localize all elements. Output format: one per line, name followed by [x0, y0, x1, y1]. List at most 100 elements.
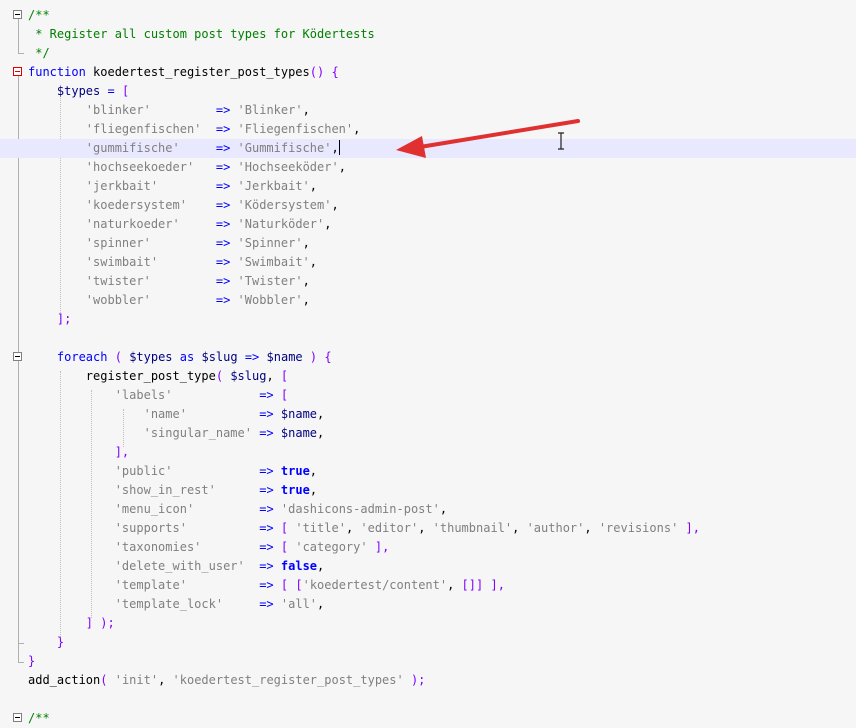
token-identifier	[238, 350, 245, 364]
token-string-literal: 'labels'	[114, 388, 173, 402]
code-line[interactable]: foreach ( $types as $slug => $name ) {	[0, 348, 856, 367]
token-identifier: ,	[302, 236, 310, 250]
code-line-text: 'swimbait' => 'Swimbait',	[28, 253, 317, 272]
token-identifier	[28, 160, 86, 174]
token-identifier: ,	[338, 160, 346, 174]
code-line[interactable]: /**	[0, 6, 856, 25]
code-line-text: 'delete_with_user' => false,	[28, 557, 325, 576]
code-line[interactable]: $types = [	[0, 82, 856, 101]
code-line[interactable]: 'hochseekoeder' => 'Hochseeköder',	[0, 158, 856, 177]
token-identifier	[28, 236, 86, 250]
code-line-current[interactable]: 'gummifische' => 'Gummifische',	[0, 139, 856, 158]
token-identifier	[151, 236, 216, 250]
token-variable: $types	[56, 84, 101, 98]
code-line[interactable]: 'blinker' => 'Blinker',	[0, 101, 856, 120]
token-identifier	[230, 293, 237, 307]
token-string-literal: 'jerkbait'	[85, 179, 159, 193]
token-identifier	[230, 236, 237, 250]
token-identifier	[151, 274, 216, 288]
token-identifier: ,	[309, 179, 318, 193]
token-operator: =>	[259, 597, 274, 611]
token-bracket: [	[280, 388, 289, 402]
code-line-text: 'hochseekoeder' => 'Hochseeköder',	[28, 158, 346, 177]
code-line-text: 'menu_icon' => 'dashicons-admin-post',	[28, 500, 447, 519]
code-line[interactable]: 'fliegenfischen' => 'Fliegenfischen',	[0, 120, 856, 139]
code-line[interactable]: 'taxonomies' => [ 'category' ],	[0, 538, 856, 557]
token-identifier	[230, 160, 237, 174]
token-string-literal: 'Hochseeköder'	[237, 160, 339, 174]
code-line[interactable]	[0, 329, 856, 348]
code-line[interactable]: 'template_lock' => 'all',	[0, 595, 856, 614]
token-identifier: ,	[512, 521, 527, 535]
code-line[interactable]: function koedertest_register_post_types(…	[0, 63, 856, 82]
token-identifier: ,	[317, 559, 325, 573]
token-identifier	[678, 521, 685, 535]
token-identifier	[28, 198, 86, 212]
code-line[interactable]: 'spinner' => 'Spinner',	[0, 234, 856, 253]
code-line[interactable]: 'jerkbait' => 'Jerkbait',	[0, 177, 856, 196]
token-identifier: ,	[331, 141, 339, 155]
code-line[interactable]: 'name' => $name,	[0, 405, 856, 424]
code-line[interactable]: 'supports' => [ 'title', 'editor', 'thum…	[0, 519, 856, 538]
token-string-literal: 'koedersystem'	[85, 198, 187, 212]
token-identifier	[173, 350, 180, 364]
code-line[interactable]: add_action( 'init', 'koedertest_register…	[0, 671, 856, 690]
token-identifier	[216, 483, 259, 497]
token-identifier	[230, 274, 237, 288]
code-line[interactable]: */	[0, 44, 856, 63]
code-line[interactable]: 'menu_icon' => 'dashicons-admin-post',	[0, 500, 856, 519]
token-comment: * Register all custom post types for Köd…	[28, 27, 375, 41]
code-line[interactable]: 'twister' => 'Twister',	[0, 272, 856, 291]
code-line[interactable]: 'labels' => [	[0, 386, 856, 405]
code-line[interactable]: ];	[0, 310, 856, 329]
token-variable: $name	[266, 350, 303, 364]
code-line[interactable]: 'delete_with_user' => false,	[0, 557, 856, 576]
token-identifier	[274, 407, 281, 421]
token-string-literal: 'Swimbait'	[237, 255, 310, 269]
code-line[interactable]: 'singular_name' => $name,	[0, 424, 856, 443]
code-line[interactable]: 'koedersystem' => 'Ködersystem',	[0, 196, 856, 215]
code-line[interactable]: 'swimbait' => 'Swimbait',	[0, 253, 856, 272]
token-identifier	[230, 141, 237, 155]
token-identifier	[230, 198, 237, 212]
token-identifier	[223, 597, 259, 611]
token-string-literal: 'wobbler'	[85, 293, 151, 307]
token-string-literal: 'koedertest_register_post_types'	[172, 673, 404, 687]
code-line[interactable]: }	[0, 633, 856, 652]
code-line[interactable]: ] );	[0, 614, 856, 633]
code-line-text: 'name' => $name,	[28, 405, 325, 424]
token-bracket: {	[324, 350, 332, 364]
token-string-literal: 'author'	[526, 521, 585, 535]
token-bracket: ()	[309, 65, 325, 79]
code-line[interactable]	[0, 690, 856, 709]
code-editor[interactable]: /** * Register all custom post types for…	[0, 0, 856, 725]
token-identifier: koedertest_register_post_types	[85, 65, 310, 79]
code-line[interactable]: 'wobbler' => 'Wobbler',	[0, 291, 856, 310]
token-string-literal: 'Jerkbait'	[237, 179, 310, 193]
token-identifier	[28, 483, 115, 497]
token-operator: =>	[259, 388, 274, 402]
token-identifier	[230, 122, 237, 136]
code-line[interactable]: 'public' => true,	[0, 462, 856, 481]
code-line[interactable]: 'naturkoeder' => 'Naturköder',	[0, 215, 856, 234]
token-string-literal: 'template'	[114, 578, 187, 592]
code-line[interactable]: ],	[0, 443, 856, 462]
token-identifier	[274, 502, 281, 516]
code-line-text: 'jerkbait' => 'Jerkbait',	[28, 177, 317, 196]
token-string-literal: 'taxonomies'	[114, 540, 202, 554]
code-line-text: function koedertest_register_post_types(…	[28, 63, 339, 82]
code-line[interactable]: * Register all custom post types for Köd…	[0, 25, 856, 44]
code-line[interactable]: register_post_type( $slug, [	[0, 367, 856, 386]
token-string-literal: 'fliegenfischen'	[85, 122, 202, 136]
code-line[interactable]: /**	[0, 709, 856, 728]
token-keyword: foreach	[56, 350, 108, 364]
code-line[interactable]: }	[0, 652, 856, 671]
token-identifier	[230, 217, 237, 231]
code-line[interactable]: 'template' => [ ['koedertest/content', […	[0, 576, 856, 595]
code-line-text: }	[28, 633, 64, 652]
code-line[interactable]: 'show_in_rest' => true,	[0, 481, 856, 500]
token-string-literal: 'Twister'	[237, 274, 303, 288]
token-identifier	[107, 673, 114, 687]
token-identifier	[187, 578, 259, 592]
token-operator: =>	[215, 236, 231, 250]
